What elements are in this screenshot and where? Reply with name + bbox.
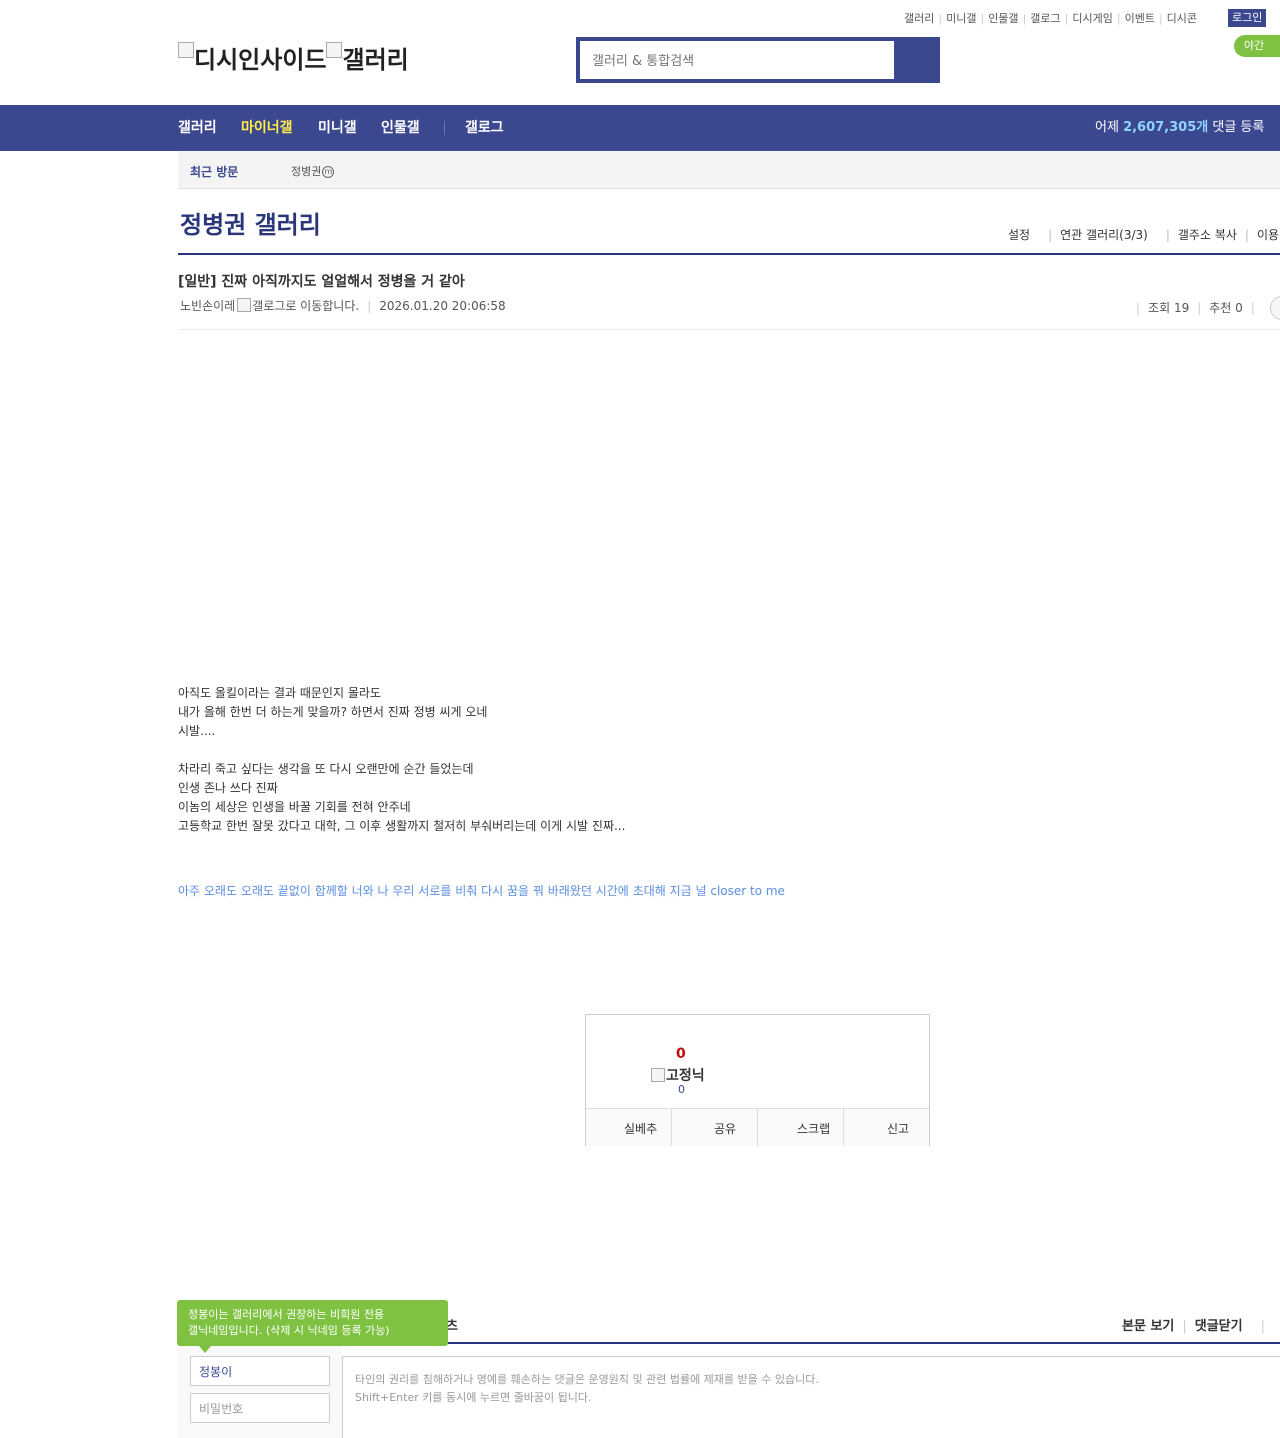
util-link-dcgame[interactable]: 디시게임 <box>1068 12 1116 25</box>
tooltip-line: 정봉이는 갤러리에서 권장하는 비회원 전용 <box>188 1308 385 1321</box>
post-title: [일반] 진짜 아직까지도 얼얼해서 정병올 거 같아 <box>178 274 465 290</box>
post-recommend-count: 추천 0 <box>1209 301 1243 315</box>
logo-text-gallery: 갤러리 <box>342 46 409 74</box>
gallery-usage-link[interactable]: 이용 <box>1257 228 1279 242</box>
gallery-links: 설정 | 연관 갤러리(3/3) | 갤주소 복사 | 이용 <box>1008 228 1280 242</box>
post-body-line: 이놈의 세상은 인생을 바꿀 기회를 전혀 안주네 <box>178 800 411 814</box>
comment-textarea[interactable]: 타인의 권리를 침해하거나 명예를 훼손하는 댓글은 운영원칙 및 관련 법률에… <box>342 1356 1280 1438</box>
comment-header-links: 본문 보기 | 댓글닫기 | <box>1122 1319 1265 1334</box>
action-divider <box>671 1109 672 1146</box>
search-field-wrapper <box>580 41 894 81</box>
comment-stat-prefix: 어제 <box>1095 120 1119 135</box>
recommend-box: 0 고정닉 0 실베추 공유 스크랩 신고 <box>585 1014 930 1146</box>
comment-placeholder-line: 타인의 권리를 침해하거나 명예를 훼손하는 댓글은 운영원칙 및 관련 법률에… <box>355 1373 819 1386</box>
more-options-button[interactable] <box>1270 296 1280 320</box>
tab-gallog[interactable]: 갤로그 <box>465 105 504 151</box>
gallog-image-icon <box>237 298 252 312</box>
util-link-gallog[interactable]: 갤로그 <box>1026 12 1064 25</box>
fixed-nick-label: 고정닉 <box>666 1068 705 1084</box>
action-divider <box>757 1109 758 1146</box>
minor-gallery-badge-icon: m <box>322 166 335 178</box>
tab-minor-gallery[interactable]: 마이너갤 <box>241 105 293 151</box>
nickname-tooltip-text: 정봉이는 갤러리에서 권장하는 비회원 전용 갤닉네임입니다. (삭제 시 닉네… <box>188 1307 390 1339</box>
tooltip-line: 갤닉네임입니다. (삭제 시 닉네임 등록 가능) <box>188 1324 390 1337</box>
recent-visit-item[interactable]: 정병권 m <box>291 163 335 179</box>
broken-image-icon <box>178 42 194 58</box>
gallery-title[interactable]: 정병권 갤러리 <box>180 205 321 240</box>
login-button[interactable]: 로그인 <box>1228 9 1267 27</box>
post-author[interactable]: 노빈손이레 <box>180 299 235 313</box>
comment-stat-suffix: 댓글 등록 <box>1212 120 1265 135</box>
share-button[interactable]: 공유 <box>714 1109 736 1146</box>
broken-image-icon <box>326 42 343 58</box>
post-body-line: 인생 존나 쓰다 진짜 <box>178 781 278 795</box>
post-body-blank-line <box>178 741 625 760</box>
post-body-line: 고등학교 한번 잘못 갔다고 대학, 그 이후 생활까지 철저히 부숴버리는데 … <box>178 819 626 833</box>
recommend-up-count: 0 <box>676 1046 686 1062</box>
best-recommend-button[interactable]: 실베추 <box>624 1109 657 1146</box>
night-mode-button[interactable]: 야간 모 <box>1234 35 1280 74</box>
search-input[interactable] <box>590 41 884 81</box>
recent-visits-label: 최근 방문 <box>190 165 239 179</box>
comment-placeholder-line: Shift+Enter 키를 동시에 누르면 줄바꿈이 됩니다. <box>355 1391 592 1404</box>
search-box <box>576 37 940 83</box>
post-body-line: 내가 올해 한번 더 하는게 맞을까? 하면서 진짜 정병 씨게 오네 <box>178 705 488 719</box>
post-meta: 노빈손이레 갤로그로 이동합니다. | 2026.01.20 20:06:58 <box>180 298 506 313</box>
tooltip-arrow <box>199 1346 211 1353</box>
recommend-actions: 실베추 공유 스크랩 신고 <box>586 1108 929 1146</box>
nav-divider <box>444 121 445 135</box>
post-body-line: 아직도 올킬이라는 결과 때문인지 몰라도 <box>178 686 381 700</box>
tab-mini-gallery[interactable]: 미니갤 <box>318 105 357 151</box>
copy-gallery-url-link[interactable]: 갤주소 복사 <box>1178 228 1237 242</box>
post-body: 아직도 올킬이라는 결과 때문인지 몰라도 내가 올해 한번 더 하는게 맞을까… <box>178 684 625 836</box>
recent-visits-bar: 최근 방문 정병권 m <box>178 151 1280 189</box>
nickname-tooltip: 정봉이는 갤러리에서 권장하는 비회원 전용 갤닉네임입니다. (삭제 시 닉네… <box>177 1300 448 1353</box>
report-button[interactable]: 신고 <box>887 1109 909 1146</box>
scrap-button[interactable]: 스크랩 <box>797 1109 830 1146</box>
password-field[interactable]: 비밀번호 <box>190 1393 330 1423</box>
gallery-settings-link[interactable]: 설정 <box>1008 228 1030 242</box>
post-stats: | 조회 19 | 추천 0 | <box>1136 301 1255 315</box>
util-link-persongal[interactable]: 인물갤 <box>984 12 1022 25</box>
tab-gallery[interactable]: 갤러리 <box>178 105 217 151</box>
top-utility-nav: 갤러리 | 미니갤 | 인물갤 | 갤로그 | 디시게임 | 이벤트 | 디시콘 <box>900 10 1201 26</box>
action-divider <box>843 1109 844 1146</box>
comment-textarea-placeholder: 타인의 권리를 침해하거나 명예를 훼손하는 댓글은 운영원칙 및 관련 법률에… <box>355 1371 819 1407</box>
post-body-line: 시발.... <box>178 724 216 738</box>
recommend-down-count: 0 <box>678 1083 685 1096</box>
search-icon[interactable] <box>909 49 931 71</box>
util-link-gallery[interactable]: 갤러리 <box>900 12 938 25</box>
util-link-event[interactable]: 이벤트 <box>1121 12 1159 25</box>
util-link-dccon[interactable]: 디시콘 <box>1163 12 1201 25</box>
tab-person-gallery[interactable]: 인물갤 <box>381 105 420 151</box>
site-logo[interactable]: 디시인사이드 갤러리 <box>178 40 409 75</box>
gallog-link[interactable]: 갤로그로 이동합니다. <box>252 299 359 313</box>
main-nav-bar: 갤러리 마이너갤 미니갤 인물갤 갤로그 어제 2,607,305개 댓글 등록 <box>0 105 1280 151</box>
post-date: 2026.01.20 20:06:58 <box>379 299 506 313</box>
fixed-nick-recommend[interactable]: 고정닉 <box>649 1065 705 1085</box>
view-body-link[interactable]: 본문 보기 <box>1122 1319 1174 1334</box>
close-comments-link[interactable]: 댓글닫기 <box>1195 1319 1243 1334</box>
post-body-line: 차라리 죽고 싶다는 생각을 또 다시 오랜만에 순간 들었는데 <box>178 762 474 776</box>
comment-stat-value: 2,607,305개 <box>1123 120 1209 135</box>
fixed-nick-image-icon <box>651 1068 665 1082</box>
util-link-minigal[interactable]: 미니갤 <box>942 12 980 25</box>
post-header-rule <box>178 329 1280 330</box>
related-gallery-link[interactable]: 연관 갤러리(3/3) <box>1060 228 1148 242</box>
comment-stat: 어제 2,607,305개 댓글 등록 <box>1095 105 1264 151</box>
nickname-field[interactable]: 정봉이 <box>190 1356 330 1386</box>
gallery-title-rule <box>178 253 1280 255</box>
post-lyric-line: 아주 오래도 오래도 끝없이 함께할 너와 나 우리 서로를 비춰 다시 꿈을 … <box>178 884 785 898</box>
recent-visit-item-label: 정병권 <box>291 165 322 178</box>
post-views: 조회 19 <box>1148 301 1190 315</box>
logo-text-dcinside: 디시인사이드 <box>194 46 327 74</box>
